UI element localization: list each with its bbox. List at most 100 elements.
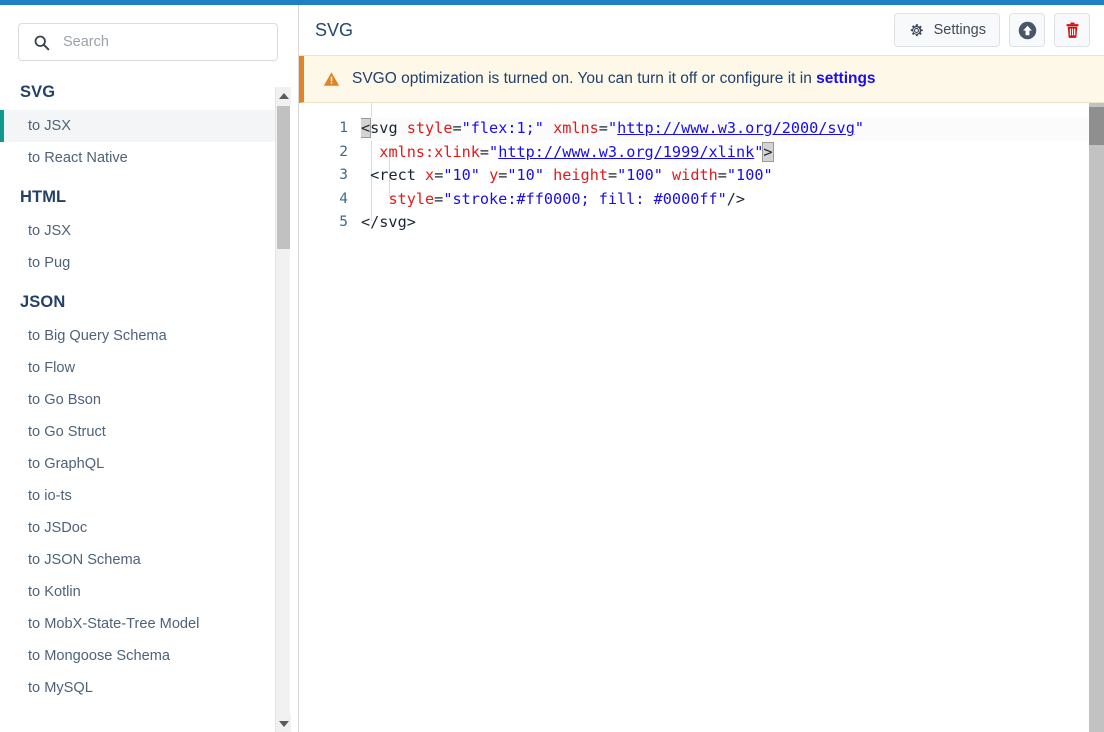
line-number: 1 — [339, 120, 348, 136]
sidebar-item-json-to-jsdoc[interactable]: to JSDoc — [0, 512, 278, 544]
line-number: 2 — [339, 143, 348, 160]
sidebar-item-html-to-pug[interactable]: to Pug — [0, 247, 278, 279]
code-line[interactable]: </svg> — [361, 211, 1104, 235]
code-token-str: "100" — [726, 166, 773, 185]
code-token-str: " — [854, 119, 865, 137]
sidebar-scrollbar-thumb[interactable] — [277, 106, 290, 249]
code-line[interactable]: <svg style="flex:1;" xmlns="http://www.w… — [361, 117, 1104, 141]
banner-message: SVGO optimization is turned on. You can … — [352, 70, 817, 87]
editor-scrollbar-thumb[interactable] — [1089, 107, 1104, 145]
code-token-match: > — [762, 141, 774, 162]
code-token-punct: = — [434, 189, 444, 208]
code-token-str: "10" — [443, 166, 480, 185]
svgo-warning-banner: SVGO optimization is turned on. You can … — [299, 56, 1104, 103]
sidebar-item-json-to-mobx-state-tree-model[interactable]: to MobX-State-Tree Model — [0, 608, 278, 640]
sidebar-item-html-to-jsx[interactable]: to JSX — [0, 215, 278, 247]
code-token-tag: svg — [370, 119, 398, 137]
code-token-attr: style — [388, 189, 435, 208]
sidebar-item-json-to-flow[interactable]: to Flow — [0, 352, 278, 384]
sidebar: SVGto JSXto React NativeHTMLto JSXto Pug… — [0, 5, 299, 732]
converter-app: SVGto JSXto React NativeHTMLto JSXto Pug… — [0, 0, 1104, 732]
code-token-punct: = — [608, 166, 618, 185]
code-token-attr: height — [553, 166, 608, 185]
sidebar-item-json-to-go-bson[interactable]: to Go Bson — [0, 384, 278, 416]
line-number: 4 — [339, 190, 348, 207]
sidebar-item-json-to-go-struct[interactable]: to Go Struct — [0, 416, 278, 448]
sidebar-group-title-json: JSON — [20, 293, 66, 311]
code-line[interactable]: style="stroke:#ff0000; fill: #0000ff"/> — [361, 188, 1104, 212]
delete-button[interactable] — [1054, 13, 1090, 47]
code-token-url: http://www.w3.org/1999/xlink — [498, 142, 755, 161]
settings-button-label: Settings — [933, 22, 986, 38]
line-number: 3 — [339, 167, 348, 184]
trash-icon — [1066, 22, 1078, 38]
page-title: SVG — [315, 19, 354, 40]
code-token-attr: x — [425, 166, 435, 185]
header-actions: Settings — [893, 13, 1090, 47]
code-token-punct: = — [452, 119, 462, 137]
sidebar-group-title-html: HTML — [20, 188, 67, 206]
code-line[interactable]: xmlns:xlink="http://www.w3.org/1999/xlin… — [361, 141, 1104, 165]
code-token-str: " — [489, 142, 499, 161]
settings-link[interactable]: settings — [816, 70, 875, 87]
code-line[interactable]: <rect x="10" y="10" height="100" width="… — [361, 164, 1104, 188]
code-token-attr: xmlns — [553, 119, 599, 137]
chevron-down-icon[interactable] — [276, 715, 291, 732]
app-body: SVGto JSXto React NativeHTMLto JSXto Pug… — [0, 5, 1104, 732]
sidebar-item-json-to-graphql[interactable]: to GraphQL — [0, 448, 278, 480]
main-panel: SVG Settings SVGO optimization is turned… — [299, 5, 1104, 732]
code-token-tag: <rect — [370, 166, 416, 185]
main-header: SVG Settings — [299, 5, 1104, 56]
code-token-str: " — [607, 119, 618, 137]
code-content[interactable]: <svg style="flex:1;" xmlns="http://www.w… — [361, 103, 1104, 732]
sidebar-item-json-to-json-schema[interactable]: to JSON Schema — [0, 544, 278, 576]
search-container — [0, 5, 298, 71]
sidebar-item-json-to-io-ts[interactable]: to io-ts — [0, 480, 278, 512]
code-token-punct: = — [717, 166, 727, 185]
upload-button[interactable] — [1009, 13, 1045, 47]
code-token-punct: /> — [726, 189, 746, 208]
code-token-tag: </svg> — [361, 213, 416, 232]
search-box[interactable] — [18, 23, 278, 61]
upload-circle-icon — [1018, 21, 1036, 39]
editor-scrollbar[interactable] — [1089, 103, 1104, 732]
code-token-punct: = — [598, 119, 608, 137]
chevron-up-icon[interactable] — [276, 87, 291, 104]
code-token-str: "flex:1;" — [461, 119, 544, 137]
banner-text-container: SVGO optimization is turned on. You can … — [352, 70, 876, 88]
search-input[interactable] — [61, 33, 267, 51]
sidebar-item-json-to-mongoose-schema[interactable]: to Mongoose Schema — [0, 640, 278, 672]
code-token-attr: xmlns:xlink — [379, 142, 480, 161]
sidebar-nav-scroll: SVG to JSX to React Native HTML to JSX to Pug… — [0, 71, 298, 732]
line-number: 5 — [339, 214, 348, 231]
code-token-str: "100" — [617, 166, 663, 185]
sidebar-item-json-to-big-query-schema[interactable]: to Big Query Schema — [0, 320, 278, 352]
code-token-str: "stroke:#ff0000; fill: #0000ff" — [443, 189, 727, 208]
code-token-attr: y — [489, 166, 499, 185]
sidebar-item-svg-to-react-native[interactable]: to React Native — [0, 142, 278, 174]
sidebar-item-json-to-mysql[interactable]: to MySQL — [0, 672, 278, 704]
search-icon — [34, 35, 50, 50]
gear-icon — [910, 23, 923, 36]
sidebar-scrollbar[interactable] — [275, 87, 291, 732]
sidebar-item-json-to-kotlin[interactable]: to Kotlin — [0, 576, 278, 608]
code-editor[interactable]: 12345 <svg style="flex:1;" xmlns="http:/… — [299, 103, 1104, 732]
code-token-match: < — [361, 118, 372, 138]
sidebar-group-title-svg: SVG — [20, 83, 56, 101]
code-token-attr: width — [672, 166, 718, 185]
sidebar-nav-list: SVG to JSX to React Native HTML to JSX to Pug… — [0, 71, 278, 710]
code-token-punct: = — [479, 142, 490, 161]
sidebar-item-svg-to-jsx[interactable]: to JSX — [0, 110, 278, 142]
code-token-punct: = — [434, 166, 444, 185]
warning-triangle-icon — [323, 72, 340, 86]
code-token-url: http://www.w3.org/2000/svg — [617, 119, 855, 137]
settings-button[interactable]: Settings — [893, 13, 1000, 47]
